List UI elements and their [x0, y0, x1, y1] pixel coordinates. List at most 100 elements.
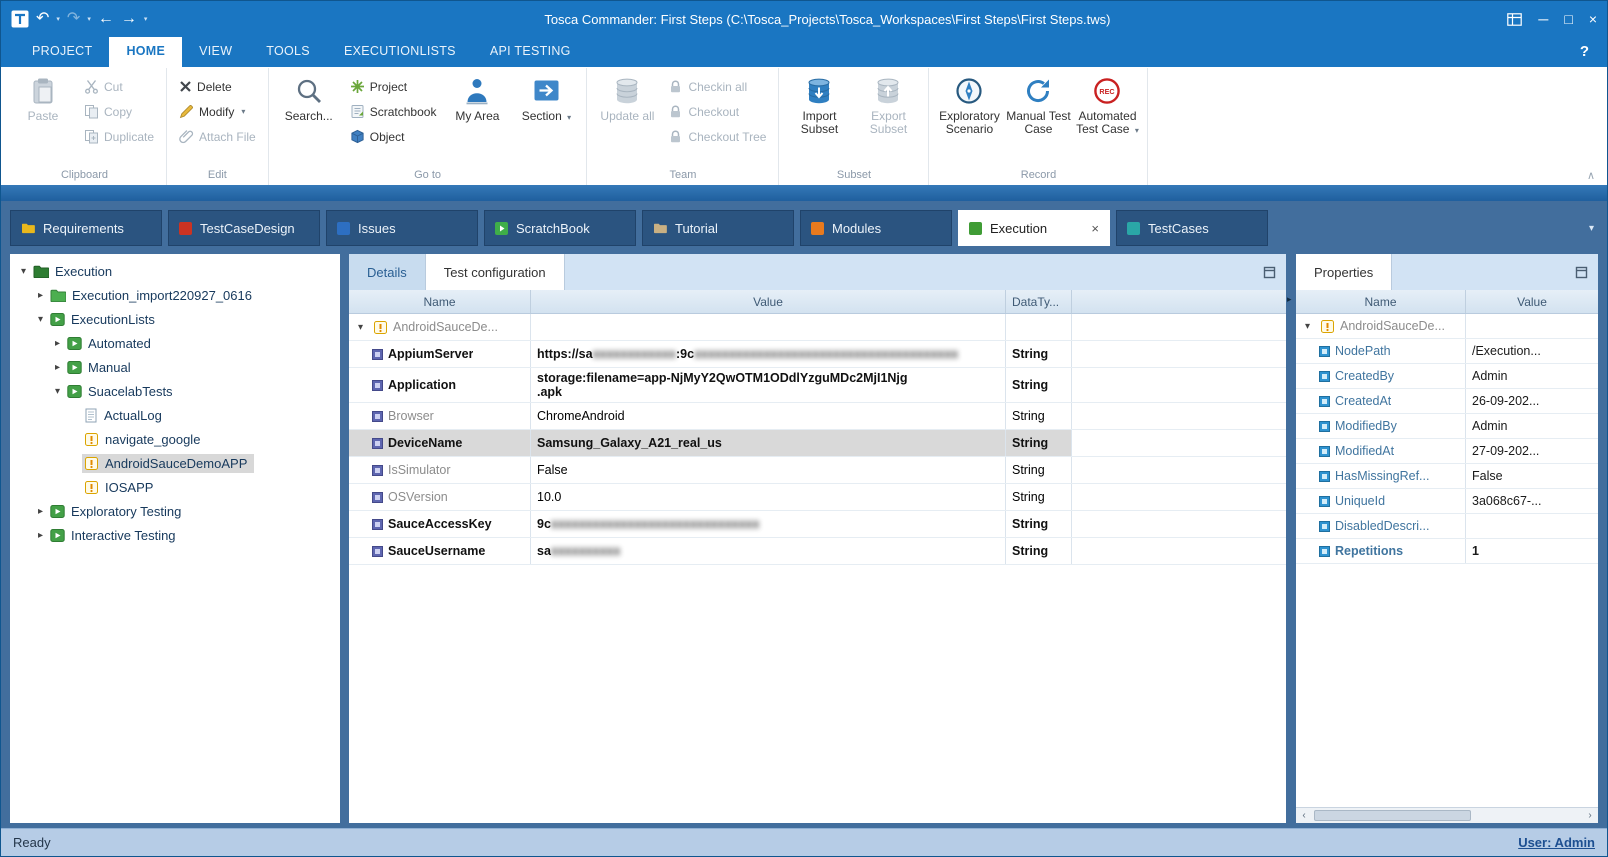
ribbon-checkout-tree-button[interactable]: Checkout Tree	[663, 124, 771, 149]
config-row-appiumserver[interactable]: AppiumServerhttps://saxxxxxxxxxxxx:9cxxx…	[349, 341, 1286, 368]
collapse-node-icon[interactable]: ▾	[1300, 321, 1315, 332]
layout-panels-icon[interactable]	[1507, 13, 1522, 26]
config-row-sauceaccesskey[interactable]: SauceAccessKey9cxxxxxxxxxxxxxxxxxxxxxxxx…	[349, 511, 1286, 538]
ribbon-copy-button[interactable]: Copy	[79, 99, 159, 124]
config-row-application[interactable]: Applicationstorage:filename=app-NjMyY2Qw…	[349, 368, 1286, 403]
properties-col-name[interactable]: Name	[1296, 290, 1466, 313]
ribbon-update-all-button[interactable]: Update all	[594, 70, 660, 123]
panel-tab-details[interactable]: Details	[349, 254, 426, 290]
config-row-androidsaucede[interactable]: ▾AndroidSauceDe...	[349, 314, 1286, 341]
scroll-left-icon[interactable]: ‹	[1296, 810, 1312, 821]
ribbon-scratchbook-button[interactable]: Scratchbook	[345, 99, 442, 124]
ribbon-import-subset-button[interactable]: Import Subset	[786, 70, 852, 137]
ribbon-cut-button[interactable]: Cut	[79, 74, 159, 99]
property-row-androidsaucede[interactable]: ▾AndroidSauceDe...	[1296, 314, 1598, 339]
redo-button[interactable]: ↷	[67, 11, 80, 27]
splitter-arrow-icon[interactable]: ▸	[1287, 294, 1292, 305]
ribbon-section-button[interactable]: Section ▾	[513, 70, 579, 123]
ribbon-duplicate-button[interactable]: Duplicate	[79, 124, 159, 149]
forward-button[interactable]: →	[121, 11, 137, 27]
expand-node-icon[interactable]: ▸	[50, 362, 65, 373]
pin-center-panel-icon[interactable]	[1253, 254, 1286, 290]
panel-tab-properties[interactable]: Properties	[1296, 254, 1392, 290]
redo-dropdown-icon[interactable]: ▾	[87, 15, 91, 23]
perspective-tab-testcases[interactable]: TestCases	[1116, 210, 1268, 246]
tree-item-manual[interactable]: ▸Manual	[10, 355, 340, 379]
property-row-uniqueid[interactable]: UniqueId3a068c67-...	[1296, 489, 1598, 514]
menu-tab-api-testing[interactable]: API TESTING	[473, 37, 588, 67]
perspective-tab-issues[interactable]: Issues	[326, 210, 478, 246]
property-row-createdby[interactable]: CreatedByAdmin	[1296, 364, 1598, 389]
menu-tab-tools[interactable]: TOOLS	[249, 37, 327, 67]
panel-tab-test-configuration[interactable]: Test configuration	[426, 254, 565, 290]
tree-item-navigate-google[interactable]: navigate_google	[10, 427, 340, 451]
ribbon-paste-button[interactable]: Paste	[10, 70, 76, 123]
menu-tab-view[interactable]: VIEW	[182, 37, 249, 67]
panel-splitter[interactable]: ▸	[1286, 254, 1296, 823]
ribbon-modify-button[interactable]: Modify▾	[174, 99, 261, 124]
tree-item-androidsaucedemoapp[interactable]: AndroidSauceDemoAPP	[10, 451, 340, 475]
config-col-value[interactable]: Value	[531, 290, 1006, 313]
expand-node-icon[interactable]: ▸	[50, 338, 65, 349]
collapse-node-icon[interactable]: ▾	[50, 386, 65, 397]
ribbon-exploratory-scenario-button[interactable]: Exploratory Scenario	[936, 70, 1002, 137]
expand-node-icon[interactable]: ▸	[33, 290, 48, 301]
minimize-button[interactable]: ─	[1538, 11, 1548, 27]
config-row-osversion[interactable]: OSVersion10.0String	[349, 484, 1286, 511]
pin-properties-panel-icon[interactable]	[1565, 254, 1598, 290]
tree-item-interactive-testing[interactable]: ▸Interactive Testing	[10, 523, 340, 547]
close-tab-icon[interactable]: ×	[1091, 221, 1099, 236]
config-col-name[interactable]: Name	[349, 290, 531, 313]
config-row-devicename[interactable]: DeviceNameSamsung_Galaxy_A21_real_usStri…	[349, 430, 1286, 457]
property-row-nodepath[interactable]: NodePath/Execution...	[1296, 339, 1598, 364]
maximize-button[interactable]: □	[1564, 11, 1572, 27]
config-row-browser[interactable]: BrowserChromeAndroidString	[349, 403, 1286, 430]
scroll-right-icon[interactable]: ›	[1582, 810, 1598, 821]
menu-tab-project[interactable]: PROJECT	[15, 37, 109, 67]
perspective-tab-testcasedesign[interactable]: TestCaseDesign	[168, 210, 320, 246]
perspective-overflow-button[interactable]: ▾	[1589, 223, 1598, 234]
properties-col-value[interactable]: Value	[1466, 290, 1598, 313]
collapse-node-icon[interactable]: ▾	[16, 266, 31, 277]
undo-button[interactable]: ↶	[36, 11, 49, 27]
tree-item-executionlists[interactable]: ▾ExecutionLists	[10, 307, 340, 331]
perspective-tab-requirements[interactable]: Requirements	[10, 210, 162, 246]
tree-item-actuallog[interactable]: ActualLog	[10, 403, 340, 427]
scrollbar-thumb[interactable]	[1314, 810, 1471, 821]
ribbon-search-button[interactable]: Search...	[276, 70, 342, 123]
property-row-modifiedby[interactable]: ModifiedByAdmin	[1296, 414, 1598, 439]
ribbon-manual-test-case-button[interactable]: Manual Test Case	[1005, 70, 1071, 137]
tree-item-execution[interactable]: ▾Execution	[10, 259, 340, 283]
ribbon-attach-file-button[interactable]: Attach File	[174, 124, 261, 149]
config-row-sauceusername[interactable]: SauceUsernamesaxxxxxxxxxxString	[349, 538, 1286, 565]
property-row-repetitions[interactable]: Repetitions1	[1296, 539, 1598, 564]
property-row-modifiedat[interactable]: ModifiedAt27-09-202...	[1296, 439, 1598, 464]
close-button[interactable]: ×	[1589, 11, 1597, 27]
tree-item-iosapp[interactable]: IOSAPP	[10, 475, 340, 499]
ribbon-checkin-all-button[interactable]: Checkin all	[663, 74, 771, 99]
perspective-tab-tutorial[interactable]: Tutorial	[642, 210, 794, 246]
ribbon-export-subset-button[interactable]: Export Subset	[855, 70, 921, 137]
expand-node-icon[interactable]: ▸	[33, 530, 48, 541]
property-row-hasmissingref[interactable]: HasMissingRef...False	[1296, 464, 1598, 489]
collapse-node-icon[interactable]: ▾	[33, 314, 48, 325]
tree-item-suacelabtests[interactable]: ▾SuacelabTests	[10, 379, 340, 403]
ribbon-checkout-button[interactable]: Checkout	[663, 99, 771, 124]
perspective-tab-modules[interactable]: Modules	[800, 210, 952, 246]
tree-item-exploratory-testing[interactable]: ▸Exploratory Testing	[10, 499, 340, 523]
config-row-issimulator[interactable]: IsSimulatorFalseString	[349, 457, 1286, 484]
expand-node-icon[interactable]: ▸	[33, 506, 48, 517]
ribbon-delete-button[interactable]: Delete	[174, 74, 261, 99]
back-button[interactable]: ←	[98, 11, 114, 27]
perspective-tab-scratchbook[interactable]: ScratchBook	[484, 210, 636, 246]
tree-item-automated[interactable]: ▸Automated	[10, 331, 340, 355]
help-button[interactable]: ?	[1580, 37, 1607, 67]
menu-tab-executionlists[interactable]: EXECUTIONLISTS	[327, 37, 473, 67]
ribbon-automated-test-case-button[interactable]: RECAutomated Test Case ▾	[1074, 70, 1140, 137]
perspective-tab-execution[interactable]: Execution×	[958, 210, 1110, 246]
config-col-datatype[interactable]: DataTy...	[1006, 290, 1072, 313]
properties-hscrollbar[interactable]: ‹ ›	[1296, 807, 1598, 823]
property-row-createdat[interactable]: CreatedAt26-09-202...	[1296, 389, 1598, 414]
tree-item-execution-import220927-0616[interactable]: ▸Execution_import220927_0616	[10, 283, 340, 307]
user-link[interactable]: User: Admin	[1518, 835, 1595, 850]
